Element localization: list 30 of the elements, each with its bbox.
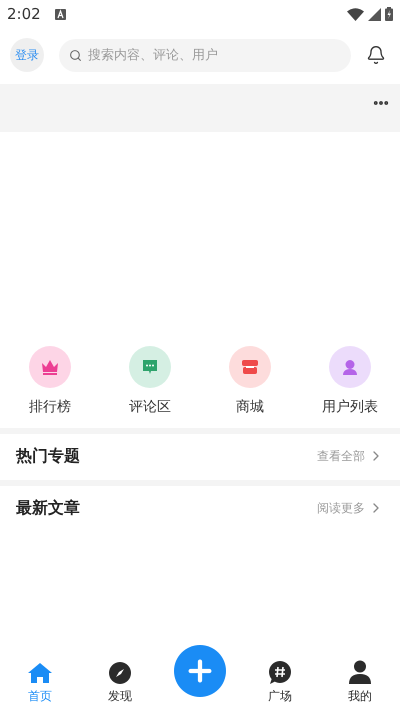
home-icon	[27, 662, 53, 684]
hash-chat-icon	[269, 661, 291, 684]
search-icon	[69, 48, 82, 62]
compass-icon	[109, 662, 131, 684]
store-icon	[241, 359, 259, 375]
status-time: 2:02	[7, 4, 41, 25]
signal-icon	[368, 8, 381, 20]
shortcut-item[interactable]: 商城	[200, 346, 300, 426]
nav-tab[interactable]: 广场	[240, 660, 320, 705]
shortcut-label: 排行榜	[29, 398, 71, 417]
shortcut-item[interactable]: 评论区	[100, 346, 200, 426]
battery-icon	[385, 7, 393, 21]
crown-icon	[41, 359, 59, 375]
nav-tab[interactable]: 发现	[80, 660, 160, 705]
search-field[interactable]: 搜索内容、评论、用户	[59, 38, 351, 72]
user-icon	[342, 359, 358, 375]
chat-icon	[142, 359, 158, 375]
section-title: 热门专题	[16, 445, 80, 467]
shortcut-item[interactable]: 用户列表	[300, 346, 400, 426]
notification-bell-icon[interactable]	[366, 45, 386, 65]
shortcut-label: 用户列表	[322, 398, 378, 417]
shortcut-label: 商城	[236, 398, 264, 417]
person-icon	[349, 660, 371, 684]
shortcut-item[interactable]: 排行榜	[0, 346, 100, 426]
wifi-icon	[347, 8, 364, 20]
section-title: 最新文章	[16, 497, 80, 519]
add-button[interactable]	[174, 645, 226, 697]
notification-icon	[54, 8, 66, 20]
shortcut-label: 评论区	[129, 398, 171, 417]
nav-tab[interactable]: 我的	[320, 660, 400, 705]
